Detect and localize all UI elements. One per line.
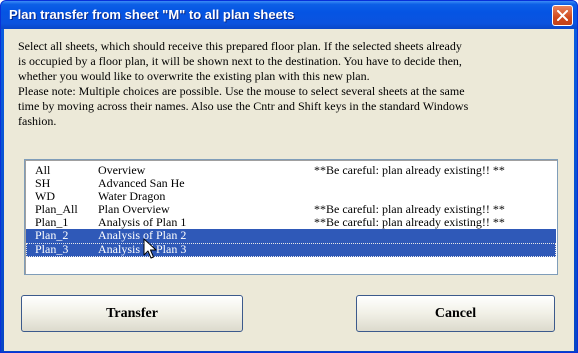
dialog-body: Select all sheets, which should receive … bbox=[4, 29, 574, 351]
sheet-list-item-selected[interactable]: Plan_3 Analysis of Plan 3 bbox=[26, 243, 556, 257]
sheet-code: Plan_2 bbox=[35, 228, 69, 242]
instructions-line: fashion. bbox=[18, 114, 57, 128]
sheet-code: Plan_3 bbox=[35, 242, 69, 256]
instructions-line: Select all sheets, which should receive … bbox=[18, 39, 462, 53]
instructions-line: is occupied by a floor plan, it will be … bbox=[18, 54, 462, 68]
title-bar[interactable]: Plan transfer from sheet "M" to all plan… bbox=[1, 1, 577, 29]
window-title: Plan transfer from sheet "M" to all plan… bbox=[9, 7, 295, 22]
close-button[interactable] bbox=[552, 5, 573, 26]
transfer-button[interactable]: Transfer bbox=[21, 295, 243, 332]
cancel-button[interactable]: Cancel bbox=[356, 295, 555, 332]
mouse-pointer-icon bbox=[143, 238, 157, 259]
instructions-text: Select all sheets, which should receive … bbox=[18, 39, 563, 129]
instructions-line: whether you would like to overwrite the … bbox=[18, 69, 370, 83]
sheet-warning: **Be careful: plan already existing!! ** bbox=[314, 163, 505, 177]
sheet-list-item-selected[interactable]: Plan_2 Analysis of Plan 2 bbox=[26, 229, 556, 243]
instructions-line: Please note: Multiple choices are possib… bbox=[18, 84, 465, 98]
dialog-window: Plan transfer from sheet "M" to all plan… bbox=[0, 0, 578, 353]
sheet-warning: **Be careful: plan already existing!! ** bbox=[314, 215, 505, 229]
instructions-line: time by moving across their names. Also … bbox=[18, 99, 469, 113]
close-icon bbox=[557, 10, 568, 21]
sheet-listbox[interactable]: All Overview **Be careful: plan already … bbox=[24, 159, 558, 275]
